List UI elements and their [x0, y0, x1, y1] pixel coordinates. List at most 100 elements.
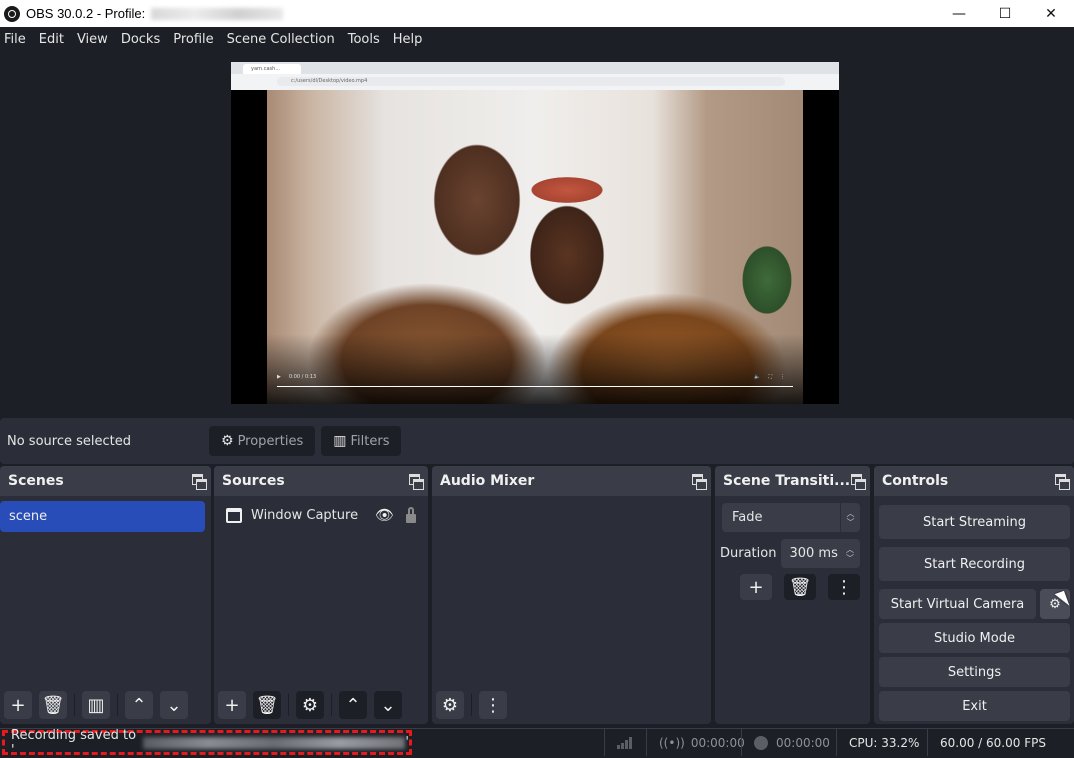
advanced-audio-properties-button[interactable]: ⚙ [436, 691, 464, 719]
program-preview[interactable]: yarn.cash... c:/users/dl/Desktop/video.m… [231, 62, 839, 404]
chevron-up-icon: ⌃ [345, 694, 361, 716]
undock-icon[interactable] [1055, 474, 1070, 490]
menu-help[interactable]: Help [389, 32, 431, 47]
source-status: No source selected [7, 433, 131, 449]
add-transition-button[interactable]: + [740, 574, 772, 600]
chevron-down-icon: ⌄ [166, 694, 182, 716]
studio-mode-button[interactable]: Studio Mode [879, 623, 1070, 653]
maximize-button[interactable]: ☐ [982, 0, 1028, 27]
gear-icon: ⚙ [221, 433, 234, 449]
divider [471, 694, 472, 716]
sources-dock: Sources Window Capture 👁 + 🗑 ⚙ ⌃ ⌄ [214, 466, 428, 724]
more-vertical-icon: ⋮ [835, 576, 853, 598]
video-controls: ▶ 0:00 / 0:13 🔈 ⛶ ⋮ [277, 372, 793, 382]
audio-mixer-menu-button[interactable]: ⋮ [479, 691, 507, 719]
recording-saved-text: Recording saved to ' [11, 727, 137, 758]
audio-mixer-title: Audio Mixer [440, 473, 535, 489]
transition-selected: Fade [732, 510, 763, 525]
scene-transitions-dock: Scene Transiti... Fade ︿ ﹀ Duration 300 m… [715, 466, 870, 724]
select-arrows-icon: ︿ ﹀ [840, 503, 860, 532]
sources-title: Sources [222, 473, 285, 489]
move-scene-down-button[interactable]: ⌄ [160, 691, 188, 719]
source-toolbar: No source selected ⚙ Properties ▥ Filter… [0, 418, 1074, 464]
minimize-button[interactable]: — [936, 0, 982, 27]
gears-icon: ⚙ [441, 694, 459, 716]
title-bar: OBS 30.0.2 - Profile: — ☐ ✕ [0, 0, 1074, 27]
more-icon: ⋮ [780, 374, 785, 380]
video-time: 0:00 / 0:13 [288, 374, 317, 380]
transition-select[interactable]: Fade ︿ ﹀ [722, 503, 860, 532]
undock-icon[interactable] [851, 474, 866, 490]
move-source-down-button[interactable]: ⌄ [374, 691, 402, 719]
start-recording-button[interactable]: Start Recording [879, 547, 1070, 581]
properties-button[interactable]: ⚙ Properties [209, 426, 316, 456]
profile-name-redacted [151, 7, 284, 20]
menu-bar: File Edit View Docks Profile Scene Colle… [0, 27, 1074, 52]
stream-time: 00:00:00 [690, 735, 745, 750]
status-bar: Recording saved to ' ' ((•)) 00:00:00 00… [0, 727, 1074, 758]
captured-browser-chrome: yarn.cash... c:/users/dl/Desktop/video.m… [231, 62, 839, 90]
captured-video-frame: ▶ 0:00 / 0:13 🔈 ⛶ ⋮ [267, 90, 803, 404]
cpu-usage-text: CPU: 33.2% [849, 735, 920, 750]
filters-button[interactable]: ▥ Filters [321, 426, 402, 456]
duration-label: Duration [720, 546, 777, 561]
undock-icon[interactable] [692, 474, 707, 490]
menu-edit[interactable]: Edit [35, 32, 72, 47]
filters-label: Filters [350, 433, 390, 449]
duration-stepper[interactable]: ︿ ﹀ [840, 539, 860, 568]
add-scene-button[interactable]: + [4, 691, 32, 719]
unlock-icon[interactable] [406, 506, 417, 523]
fps-readout: 60.00 / 60.00 FPS [927, 729, 1074, 756]
menu-tools[interactable]: Tools [344, 32, 388, 47]
menu-profile[interactable]: Profile [169, 32, 221, 47]
close-button[interactable]: ✕ [1028, 0, 1074, 27]
transition-properties-button[interactable]: ⋮ [828, 574, 860, 600]
broadcast-icon: ((•)) [659, 735, 685, 750]
divider [74, 694, 75, 716]
move-scene-up-button[interactable]: ⌃ [125, 691, 153, 719]
undock-icon[interactable] [409, 474, 424, 490]
scenes-dock: Scenes scene + 🗑 ▥ ⌃ ⌄ [0, 466, 211, 724]
menu-file[interactable]: File [0, 32, 34, 47]
signal-bars-icon [617, 736, 633, 749]
controls-title: Controls [882, 473, 949, 489]
remove-transition-button[interactable]: 🗑 [784, 574, 816, 600]
trash-icon: 🗑 [788, 576, 812, 598]
streaming-status: ((•)) 00:00:00 [646, 729, 745, 756]
scene-list-item[interactable]: scene [0, 501, 205, 532]
window-title: OBS 30.0.2 - Profile: [26, 6, 146, 21]
source-list-item[interactable]: Window Capture 👁 [214, 499, 428, 531]
menu-view[interactable]: View [73, 32, 116, 47]
recording-path-redacted [142, 736, 406, 749]
source-properties-button[interactable]: ⚙ [296, 691, 324, 719]
remove-scene-button[interactable]: 🗑 [39, 691, 67, 719]
undock-icon[interactable] [192, 474, 207, 490]
source-name: Window Capture [251, 507, 359, 523]
gear-icon: ⚙ [301, 694, 319, 716]
obs-logo-icon [4, 5, 20, 22]
move-source-up-button[interactable]: ⌃ [339, 691, 367, 719]
recording-saved-text-end: ' [405, 735, 409, 750]
exit-button[interactable]: Exit [879, 691, 1070, 721]
add-source-button[interactable]: + [218, 691, 246, 719]
visibility-eye-icon[interactable]: 👁 [375, 506, 394, 524]
chevron-down-icon: ⌄ [380, 694, 396, 716]
video-progress-bar [277, 385, 793, 387]
start-virtual-camera-button[interactable]: Start Virtual Camera [879, 589, 1036, 619]
settings-button[interactable]: Settings [879, 657, 1070, 687]
recording-status: 00:00:00 [741, 729, 836, 756]
menu-scene-collection[interactable]: Scene Collection [223, 32, 343, 47]
menu-docks[interactable]: Docks [117, 32, 168, 47]
start-streaming-button[interactable]: Start Streaming [879, 505, 1070, 539]
scene-filters-button[interactable]: ▥ [82, 691, 110, 719]
divider [117, 694, 118, 716]
network-strength [604, 729, 646, 756]
trash-icon: 🗑 [41, 694, 65, 716]
remove-source-button[interactable]: 🗑 [253, 691, 281, 719]
trash-icon: 🗑 [255, 694, 279, 716]
recording-saved-message: Recording saved to ' ' [2, 727, 412, 758]
fps-text: 60.00 / 60.00 FPS [940, 735, 1046, 750]
transitions-title: Scene Transiti... [723, 473, 851, 489]
captured-browser-url: c:/users/dl/Desktop/video.mp4 [277, 77, 785, 86]
duration-input[interactable]: 300 ms ︿ ﹀ [781, 539, 860, 568]
